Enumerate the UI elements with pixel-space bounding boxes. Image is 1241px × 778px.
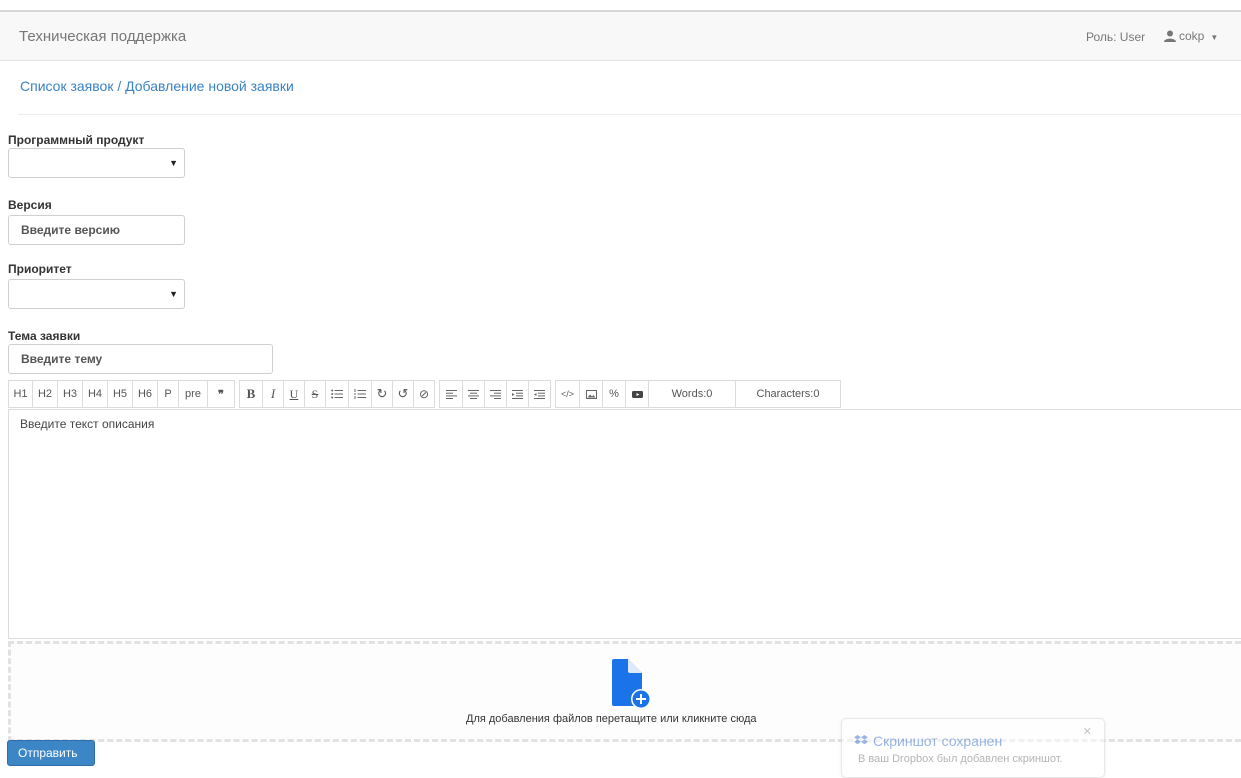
pre-button[interactable]: pre	[178, 380, 208, 408]
version-input[interactable]: Введите версию	[8, 215, 185, 245]
app-brand[interactable]: Техническая поддержка	[19, 28, 186, 45]
version-label: Версия	[8, 198, 52, 212]
paragraph-button[interactable]: P	[157, 380, 179, 408]
toolbar-group-insert: </> % Words:0 Characters:0	[555, 380, 841, 408]
bullet-list-icon[interactable]	[325, 380, 349, 408]
image-icon[interactable]	[579, 380, 603, 408]
h5-button[interactable]: H5	[107, 380, 133, 408]
toast-title: Скриншот сохранен	[854, 733, 1002, 749]
subject-input[interactable]: Введите тему	[8, 344, 273, 374]
select-arrow-icon: ▼	[169, 289, 178, 299]
subject-label: Тема заявки	[8, 329, 81, 343]
align-left-icon[interactable]	[439, 380, 463, 408]
video-icon[interactable]	[625, 380, 649, 408]
description-editor[interactable]: Введите текст описания	[8, 409, 1241, 639]
editor-placeholder: Введите текст описания	[20, 417, 155, 431]
h3-button[interactable]: H3	[57, 380, 83, 408]
align-right-icon[interactable]	[484, 380, 507, 408]
underline-icon[interactable]: U	[283, 380, 305, 408]
link-icon[interactable]: %	[602, 380, 626, 408]
undo-icon[interactable]: ↺	[392, 380, 414, 408]
strikethrough-icon[interactable]: S	[304, 380, 326, 408]
h1-button[interactable]: H1	[8, 380, 33, 408]
toolbar-group-format: B I U S ↻ ↺ ⊘	[239, 380, 435, 408]
toast-body: В ваш Dropbox был добавлен скриншот.	[858, 753, 1063, 765]
product-label: Программный продукт	[8, 133, 145, 147]
submit-button[interactable]: Отправить	[7, 740, 95, 766]
dropbox-toast: Скриншот сохранен В ваш Dropbox был доба…	[841, 718, 1105, 778]
outdent-icon[interactable]	[506, 380, 529, 408]
caret-down-icon: ▼	[1210, 32, 1219, 42]
navbar: Техническая поддержка Роль: User cokp ▼	[0, 12, 1241, 61]
editor-toolbar: H1 H2 H3 H4 H5 H6 P pre ❞ B I U S ↻ ↺ ⊘	[8, 380, 845, 408]
breadcrumb-separator: /	[113, 78, 126, 94]
toast-close-icon[interactable]: ✕	[1083, 725, 1092, 738]
toolbar-group-headings: H1 H2 H3 H4 H5 H6 P pre ❞	[8, 380, 235, 408]
priority-label: Приоритет	[8, 262, 72, 276]
align-center-icon[interactable]	[462, 380, 485, 408]
toolbar-group-align	[439, 380, 551, 408]
quote-button[interactable]: ❞	[207, 380, 235, 408]
file-add-icon	[612, 659, 651, 709]
breadcrumb: Список заявок / Добавление новой заявки	[20, 78, 294, 94]
product-select[interactable]: ▼	[8, 148, 185, 178]
italic-icon[interactable]: I	[262, 380, 284, 408]
clear-format-icon[interactable]: ⊘	[413, 380, 435, 408]
numbered-list-icon[interactable]	[348, 380, 372, 408]
bold-icon[interactable]: B	[239, 380, 263, 408]
toast-title-text: Скриншот сохранен	[873, 733, 1003, 749]
word-count: Words:0	[648, 380, 736, 408]
divider	[18, 114, 1241, 115]
redo-icon[interactable]: ↻	[371, 380, 393, 408]
role-label: Роль: User	[1086, 30, 1146, 44]
indent-icon[interactable]	[528, 380, 551, 408]
h6-button[interactable]: H6	[132, 380, 158, 408]
character-count: Characters:0	[735, 380, 841, 408]
user-menu[interactable]: cokp ▼	[1164, 29, 1218, 43]
dropzone-text: Для добавления файлов перетащите или кли…	[466, 713, 757, 725]
breadcrumb-list-link[interactable]: Список заявок	[20, 78, 113, 94]
user-name: cokp	[1179, 29, 1205, 43]
code-icon[interactable]: </>	[555, 380, 580, 408]
select-arrow-icon: ▼	[169, 158, 178, 168]
user-icon	[1164, 30, 1176, 42]
h4-button[interactable]: H4	[82, 380, 108, 408]
h2-button[interactable]: H2	[32, 380, 58, 408]
dropbox-icon	[854, 735, 868, 745]
priority-select[interactable]: ▼	[8, 279, 185, 309]
breadcrumb-current: Добавление новой заявки	[125, 78, 294, 94]
